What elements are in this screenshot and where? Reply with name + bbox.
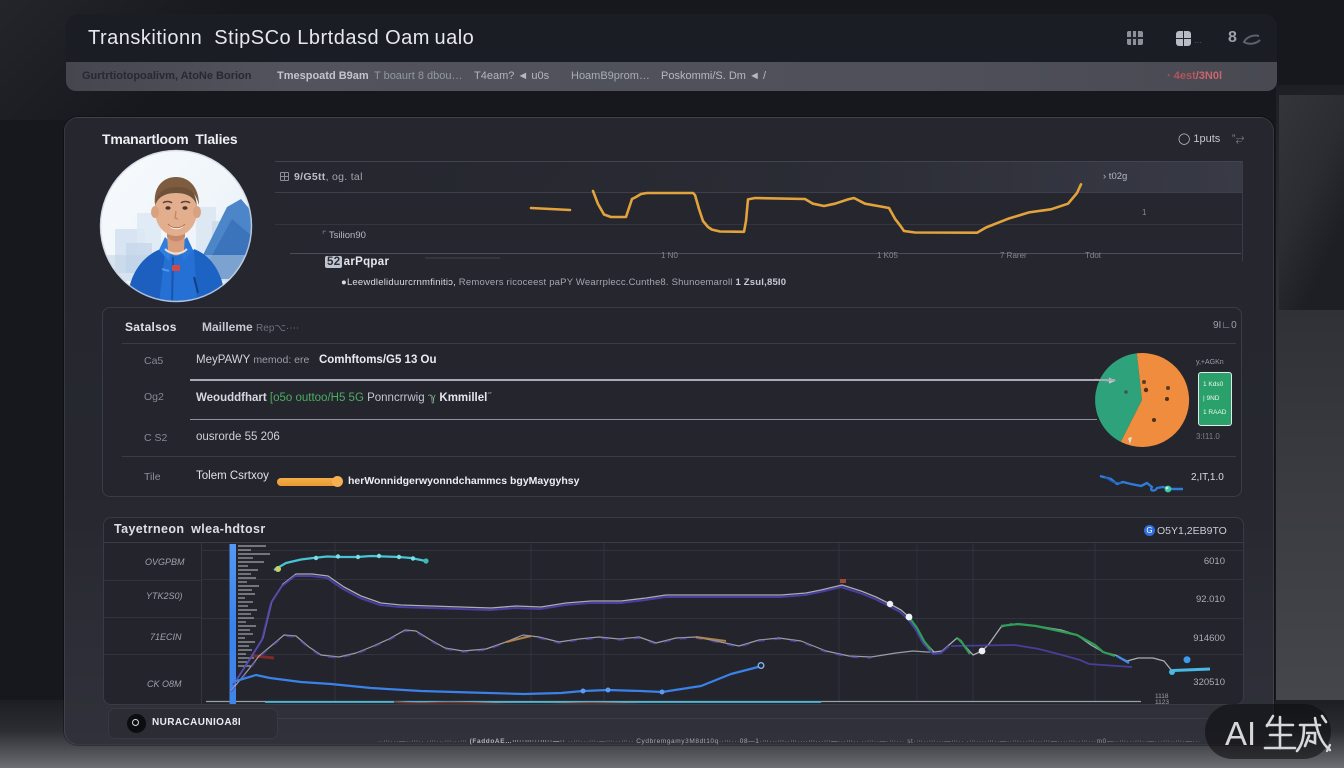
svg-text:AI: AI [1225, 715, 1256, 752]
